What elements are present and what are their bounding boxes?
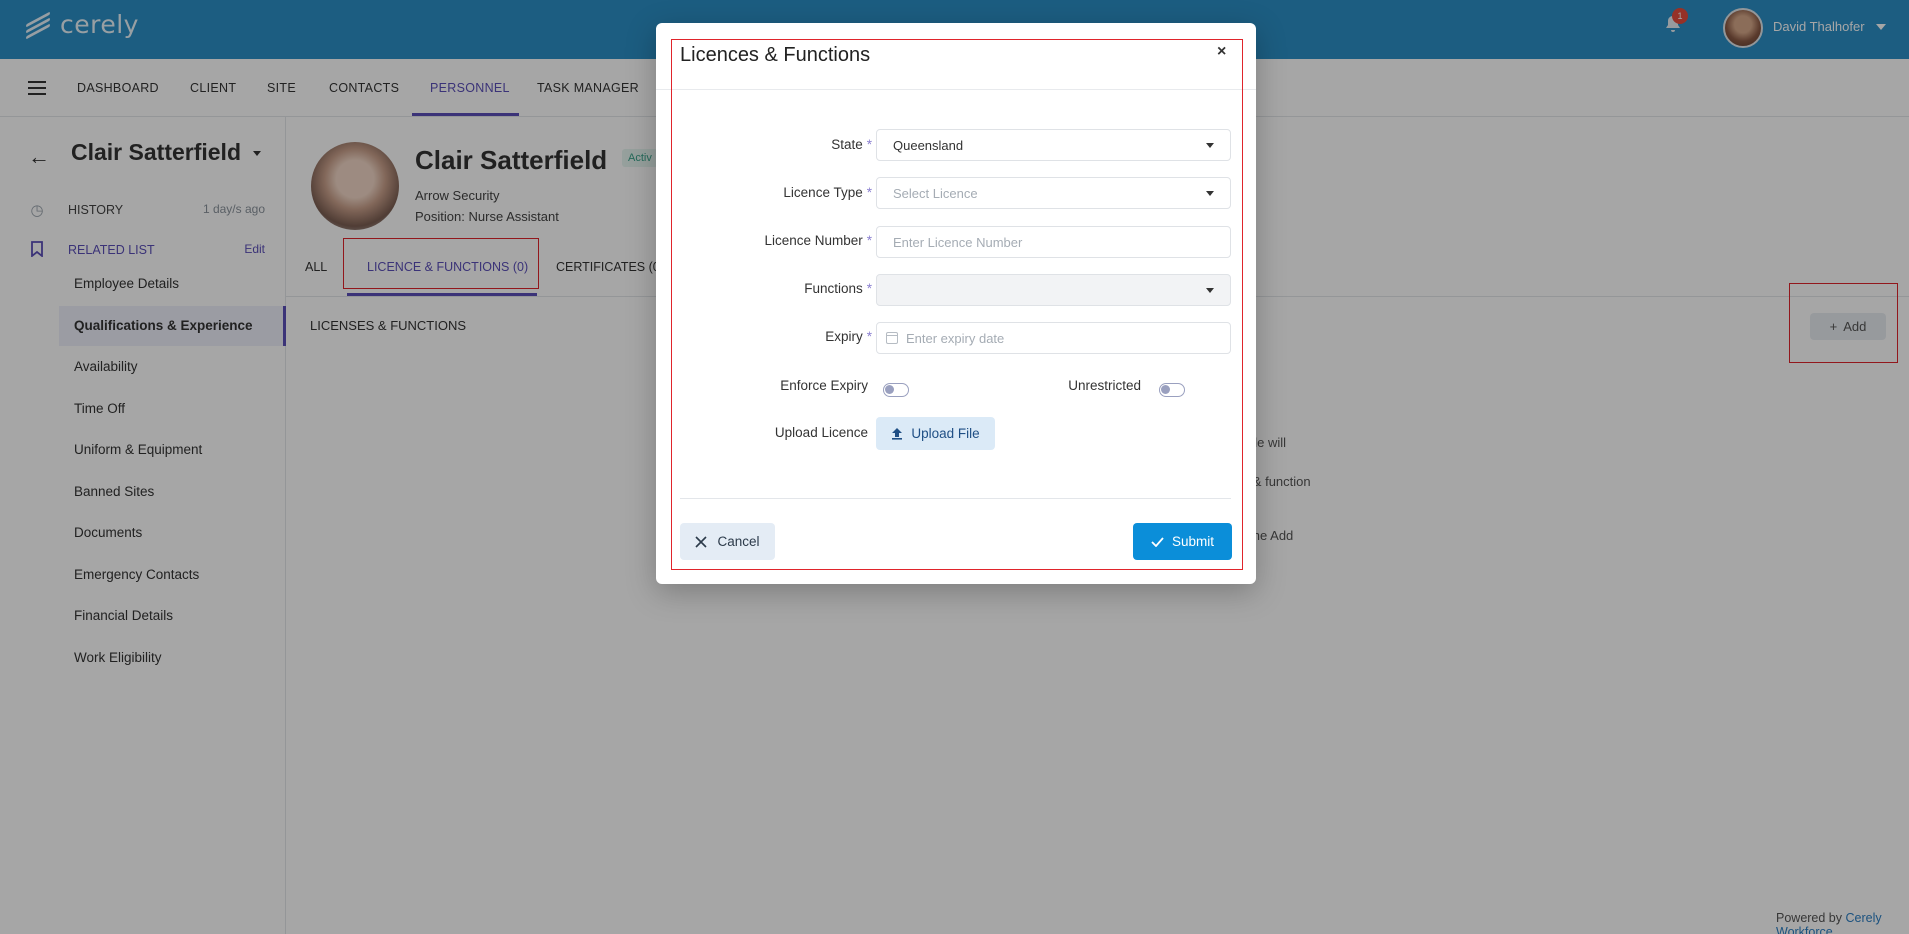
highlight-dialog-box — [671, 39, 1243, 570]
